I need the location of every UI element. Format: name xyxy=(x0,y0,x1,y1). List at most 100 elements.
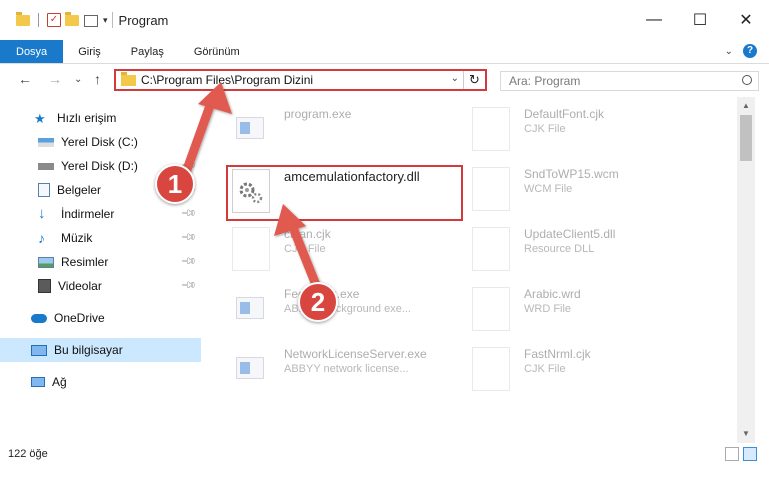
folder-icon[interactable] xyxy=(16,11,30,26)
pin-icon[interactable]: 📌︎ xyxy=(180,277,197,294)
sidebar-item-label: Hızlı erişim xyxy=(57,111,117,125)
view-options-icon[interactable] xyxy=(83,13,99,27)
sidebar-item-label: OneDrive xyxy=(54,311,105,325)
tab-file[interactable]: Dosya xyxy=(0,40,64,63)
pin-icon[interactable]: 📌︎ xyxy=(180,205,197,222)
sidebar-item-label: Belgeler xyxy=(57,183,102,197)
computer-icon xyxy=(31,344,47,356)
file-type: WCM File xyxy=(524,183,573,195)
file-icon xyxy=(472,347,510,391)
exe-file-icon xyxy=(232,107,270,151)
file-item[interactable]: SndToWP15.wcm WCM File xyxy=(472,167,619,211)
close-button[interactable]: ✕ xyxy=(723,0,769,40)
sidebar-item-quick-access[interactable]: ★ Hızlı erişim xyxy=(0,106,201,130)
file-item[interactable]: FastNrml.cjk CJK File xyxy=(472,347,591,391)
sidebar-item-label: Müzik xyxy=(61,231,93,245)
properties-check-icon[interactable]: ✓ xyxy=(47,13,61,27)
sidebar-item-label: Videolar xyxy=(58,279,102,293)
view-buttons xyxy=(725,447,757,461)
file-name: SndToWP15.wcm xyxy=(524,167,619,181)
dll-gear-icon xyxy=(472,227,510,271)
address-bar[interactable]: C:\Program Files\Program Dizini ⌄ ↻ xyxy=(114,69,487,91)
app-icon xyxy=(236,297,264,319)
file-name: clean.cjk xyxy=(284,227,331,241)
download-icon: ↓ xyxy=(38,205,46,222)
quick-access-toolbar: ✓ ▾ xyxy=(16,11,108,27)
file-item[interactable]: program.exe xyxy=(232,107,351,151)
network-icon xyxy=(31,377,45,387)
sidebar-item-label: Ağ xyxy=(52,375,67,389)
file-name: NetworkLicenseServer.exe xyxy=(284,347,427,361)
minimize-button[interactable]: — xyxy=(631,0,677,40)
address-dropdown-icon[interactable]: ⌄ xyxy=(451,73,459,84)
tab-view[interactable]: Görünüm xyxy=(179,40,255,63)
ribbon-tabs: Dosya Giriş Paylaş Görünüm ⌄ ? xyxy=(0,40,769,64)
new-folder-icon[interactable] xyxy=(65,11,79,26)
vertical-scrollbar[interactable]: ▲ ▼ xyxy=(737,97,755,443)
file-item[interactable]: NetworkLicenseServer.exe ABBYY network li… xyxy=(232,347,427,391)
sidebar-item-label: Yerel Disk (D:) xyxy=(61,159,138,173)
help-icon[interactable]: ? xyxy=(743,44,757,58)
pin-icon[interactable]: 📌︎ xyxy=(180,253,197,270)
maximize-button[interactable]: ☐ xyxy=(677,0,723,40)
scroll-down-icon[interactable]: ▼ xyxy=(737,425,755,443)
back-button[interactable]: ← xyxy=(18,71,32,87)
file-icon xyxy=(232,227,270,271)
file-item[interactable]: UpdateClient5.dll Resource DLL xyxy=(472,227,615,271)
sidebar-item-pictures[interactable]: Resimler 📌︎ xyxy=(0,250,201,274)
folder-icon xyxy=(121,72,136,86)
address-path[interactable]: C:\Program Files\Program Dizini xyxy=(141,73,313,87)
details-view-icon[interactable] xyxy=(725,447,739,461)
sidebar-item-music[interactable]: ♪ Müzik 📌︎ xyxy=(0,226,201,250)
sidebar-item-this-pc[interactable]: Bu bilgisayar xyxy=(0,338,201,362)
recent-locations-button[interactable]: ⌄ xyxy=(74,74,82,85)
title-bar: ✓ ▾ Program — ☐ ✕ xyxy=(0,0,769,40)
star-icon: ★ xyxy=(34,111,46,126)
file-item[interactable]: DefaultFont.cjk CJK File xyxy=(472,107,604,151)
tab-home[interactable]: Giriş xyxy=(63,40,116,63)
file-item[interactable]: clean.cjk CJK File xyxy=(232,227,331,271)
navigation-pane: ★ Hızlı erişim Yerel Disk (C:) Yerel Dis… xyxy=(0,103,205,439)
file-icon xyxy=(472,107,510,151)
file-icon xyxy=(472,287,510,331)
customize-dropdown-icon[interactable]: ▾ xyxy=(103,15,108,26)
sidebar-item-downloads[interactable]: ↓ İndirmeler 📌︎ xyxy=(0,202,201,226)
file-type: ABBYY network license... xyxy=(284,363,409,375)
drive-icon xyxy=(38,137,54,147)
window-controls: — ☐ ✕ xyxy=(631,0,769,40)
sidebar-item-label: Yerel Disk (C:) xyxy=(61,135,138,149)
file-type: WRD File xyxy=(524,303,572,315)
tab-share[interactable]: Paylaş xyxy=(116,40,179,63)
sidebar-item-label: İndirmeler xyxy=(61,207,115,221)
videos-icon xyxy=(38,279,51,293)
sidebar-item-network[interactable]: Ağ xyxy=(0,370,201,394)
cloud-icon xyxy=(31,313,47,323)
ribbon-right: ⌄ ? xyxy=(725,44,757,58)
app-icon xyxy=(236,117,264,139)
pin-icon[interactable]: 📌︎ xyxy=(180,229,197,246)
file-item[interactable]: Arabic.wrd WRD File xyxy=(472,287,581,331)
file-type: CJK File xyxy=(524,123,566,135)
exe-file-icon xyxy=(232,287,270,331)
sidebar-item-videos[interactable]: Videolar 📌︎ xyxy=(0,274,201,298)
music-icon: ♪ xyxy=(38,230,45,246)
expand-ribbon-icon[interactable]: ⌄ xyxy=(725,46,733,57)
exe-file-icon xyxy=(232,347,270,391)
up-button[interactable]: ↑ xyxy=(94,71,101,87)
file-type: CJK File xyxy=(524,363,566,375)
sidebar-item-drive-c[interactable]: Yerel Disk (C:) xyxy=(0,130,201,154)
forward-button[interactable]: → xyxy=(48,71,62,87)
scroll-up-icon[interactable]: ▲ xyxy=(737,97,755,115)
sidebar-item-label: Bu bilgisayar xyxy=(54,343,123,357)
file-name: Arabic.wrd xyxy=(524,287,581,301)
search-input[interactable]: Ara: Program xyxy=(500,71,759,91)
sidebar-item-onedrive[interactable]: OneDrive xyxy=(0,306,201,330)
file-name: FastNrml.cjk xyxy=(524,347,591,361)
file-icon xyxy=(472,167,510,211)
file-type: CJK File xyxy=(284,243,326,255)
tiles-view-icon[interactable] xyxy=(743,447,757,461)
pictures-icon xyxy=(38,256,54,268)
refresh-button[interactable]: ↻ xyxy=(463,71,485,89)
file-highlight-box xyxy=(226,165,463,221)
scroll-thumb[interactable] xyxy=(740,115,752,161)
